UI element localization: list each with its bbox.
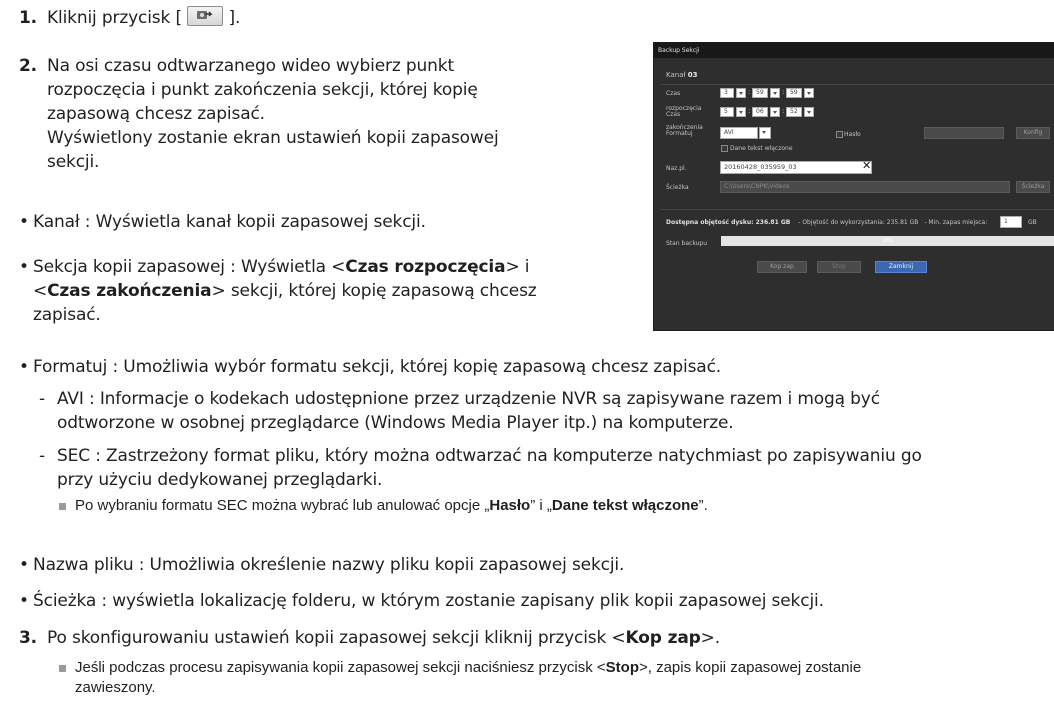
dash-marker: -: [39, 446, 45, 466]
close-button[interactable]: Zamknij: [875, 261, 927, 273]
step-1-text: Kliknij przycisk [ ].: [47, 6, 241, 28]
clear-icon[interactable]: ✕: [862, 158, 871, 174]
start-minute-field[interactable]: 59: [752, 88, 768, 98]
backup-dialog: Backup Sekcji Kanał 03 Czas 3 : 59 : 59 …: [653, 42, 1054, 331]
dialog-title: Backup Sekcji: [654, 43, 1054, 58]
password-checkbox[interactable]: [836, 131, 843, 138]
start-hour-dropdown[interactable]: [736, 88, 746, 98]
bullet-icon: •: [19, 555, 29, 575]
stop-button[interactable]: Stop: [817, 261, 861, 273]
text-data-checkbox[interactable]: [721, 145, 728, 152]
note-square-icon: [59, 665, 66, 672]
filename-field[interactable]: 20160428_035959_03: [720, 161, 872, 174]
filename-label: Naz.pl.: [666, 165, 687, 172]
path-field: C:\Users\CNPK\Videos: [720, 181, 1010, 193]
backup-button[interactable]: Kop zap: [757, 261, 807, 273]
note-square-icon: [59, 503, 66, 510]
step-number: 3.: [19, 628, 37, 648]
path-label: Ścieżka: [666, 184, 689, 191]
bullet-nazwa: Nazwa pliku : Umożliwia określenie nazwy…: [33, 555, 625, 575]
start-hour-field[interactable]: 3: [720, 88, 734, 98]
format-label: zakończenia Formatuj: [666, 124, 703, 137]
backup-progress-bar: 0%: [721, 236, 1054, 246]
path-button[interactable]: Ścieżka: [1016, 181, 1050, 193]
divider: [660, 84, 1054, 85]
config-button[interactable]: Konfig: [1016, 127, 1050, 139]
password-label: Hasło: [844, 131, 861, 138]
format-dropdown[interactable]: [759, 127, 771, 139]
password-field[interactable]: [924, 127, 1004, 139]
bullet-icon: •: [19, 212, 29, 232]
end-second-field[interactable]: 52: [786, 107, 802, 117]
format-select[interactable]: AVI: [720, 127, 758, 139]
start-second-field[interactable]: 59: [786, 88, 802, 98]
step-3-text: Po skonfigurowaniu ustawień kopii zapaso…: [47, 628, 721, 648]
backup-icon: [187, 6, 224, 26]
disk-info: Dostępna objętość dysku: 236.81 GB - Obj…: [666, 219, 988, 226]
channel-label: Kanał 03: [666, 71, 698, 79]
bullet-kanal: Kanał : Wyświetla kanał kopii zapasowej …: [33, 212, 426, 232]
step-number: 1.: [19, 8, 37, 28]
note-sec-options: Po wybraniu formatu SEC można wybrać lub…: [75, 497, 708, 514]
bullet-icon: •: [19, 257, 29, 277]
step-2-text: Na osi czasu odtwarzanego wideo wybierz …: [47, 56, 499, 172]
step-number: 2.: [19, 56, 37, 76]
text-data-label: Dane tekst włączone: [730, 145, 793, 152]
bullet-format: Formatuj : Umożliwia wybór formatu sekcj…: [33, 357, 722, 377]
divider: [660, 209, 1054, 210]
bullet-icon: •: [19, 357, 29, 377]
end-minute-field[interactable]: 06: [752, 107, 768, 117]
subitem-avi: AVI : Informacje o kodekach udostępnione…: [57, 389, 880, 433]
end-hour-field[interactable]: 5: [720, 107, 734, 117]
start-minute-dropdown[interactable]: [770, 88, 780, 98]
bullet-icon: •: [19, 591, 29, 611]
subitem-sec: SEC : Zastrzeżony format pliku, który mo…: [57, 446, 922, 490]
backup-status-label: Stan backupu: [666, 240, 708, 247]
end-second-dropdown[interactable]: [804, 107, 814, 117]
end-time-label: rozpoczęcia Czas: [666, 105, 702, 118]
start-second-dropdown[interactable]: [804, 88, 814, 98]
note-stop: Jeśli podczas procesu zapisywania kopii …: [75, 659, 862, 696]
end-minute-dropdown[interactable]: [770, 107, 780, 117]
gb-label: GB: [1028, 219, 1037, 226]
time-label: Czas: [666, 90, 681, 97]
min-space-field[interactable]: 1: [1000, 216, 1022, 228]
end-hour-dropdown[interactable]: [736, 107, 746, 117]
bullet-sciezka: Ścieżka : wyświetla lokalizację folderu,…: [33, 591, 824, 611]
dash-marker: -: [39, 389, 45, 409]
bullet-sekcja: Sekcja kopii zapasowej : Wyświetla <Czas…: [33, 257, 537, 325]
